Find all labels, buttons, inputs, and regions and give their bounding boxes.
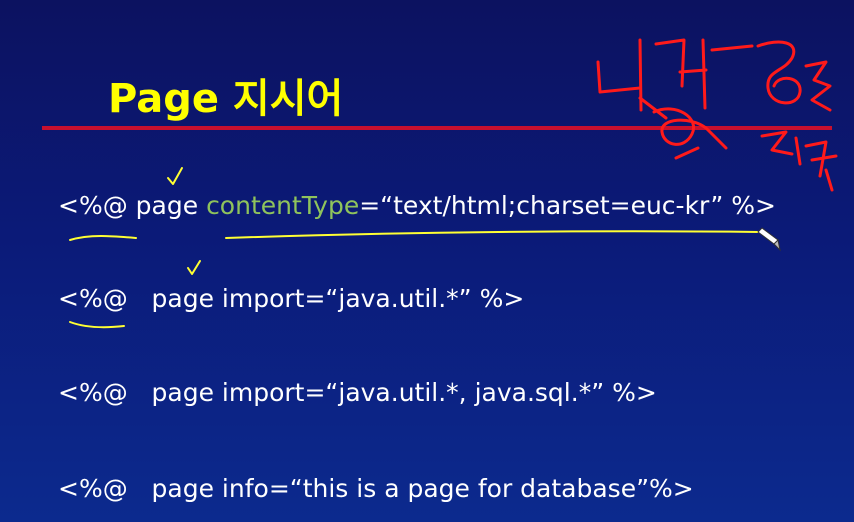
- directive-line-info: <%@ page info=“this is a page for databa…: [58, 474, 694, 503]
- directive-open: <%@: [58, 378, 128, 407]
- directive-rest: page info=“this is a page for database”%…: [127, 474, 694, 503]
- slide: Page 지시어 <%@ page contentType=“text/html…: [0, 0, 854, 522]
- slide-title: Page 지시어: [108, 76, 344, 122]
- directive-line-import-util: <%@ page import=“java.util.*” %>: [58, 284, 524, 313]
- directive-rest: page import=“java.util.*, java.sql.*” %>: [127, 378, 657, 407]
- directive-line-import-util-sql: <%@ page import=“java.util.*, java.sql.*…: [58, 378, 657, 407]
- directive-keyword: page: [135, 191, 199, 220]
- underline-mark: [225, 230, 761, 239]
- red-stroke: [596, 38, 643, 112]
- underline-mark: [69, 321, 125, 329]
- red-handwriting: [596, 38, 838, 192]
- red-stroke: [794, 136, 838, 192]
- red-stroke: [638, 96, 728, 150]
- underline-mark: [69, 235, 137, 241]
- check-mark-icon: [167, 167, 183, 185]
- red-stroke: [756, 40, 802, 105]
- red-stroke: [710, 44, 754, 52]
- red-stroke: [654, 38, 708, 110]
- check-mark-icon: [187, 260, 201, 275]
- attribute-name-highlight: contentType: [206, 191, 360, 220]
- title-divider: [42, 126, 832, 130]
- pen-cursor-icon: [757, 227, 781, 252]
- directive-open: <%@: [58, 191, 128, 220]
- directive-rest: =“text/html;charset=euc-kr” %>: [359, 191, 776, 220]
- directive-open: <%@: [58, 284, 128, 313]
- red-stroke: [674, 146, 700, 160]
- directive-open: <%@: [58, 474, 128, 503]
- directive-rest: page import=“java.util.*” %>: [127, 284, 525, 313]
- red-stroke: [760, 130, 794, 156]
- red-stroke: [804, 60, 832, 112]
- directive-line-content-type: <%@ page contentType=“text/html;charset=…: [58, 191, 776, 220]
